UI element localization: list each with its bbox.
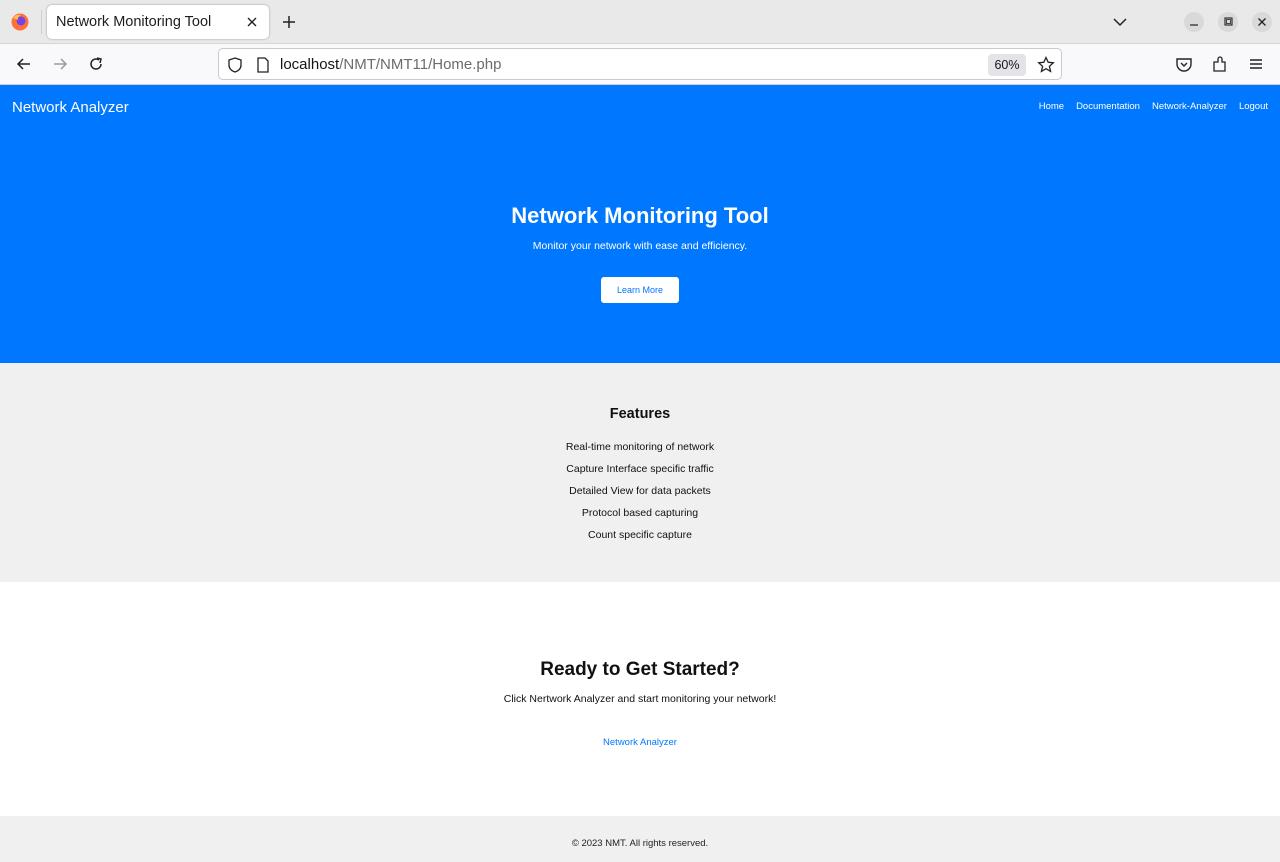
features-section: Features Real-time monitoring of network…: [0, 363, 1280, 582]
new-tab-icon[interactable]: [279, 12, 299, 32]
pocket-icon[interactable]: [1174, 54, 1194, 74]
feature-item: Count specific capture: [588, 529, 692, 541]
address-bar[interactable]: localhost/NMT/NMT11/Home.php 60%: [218, 48, 1062, 80]
page-icon[interactable]: [254, 56, 272, 74]
browser-tab-strip: Network Monitoring Tool: [0, 0, 1280, 44]
close-window-button[interactable]: [1252, 12, 1272, 32]
cta-text: Click Nertwork Analyzer and start monito…: [503, 693, 777, 705]
site-brand[interactable]: Network Analyzer: [12, 99, 129, 116]
nav-link-network-analyzer[interactable]: Network-Analyzer: [1152, 101, 1227, 112]
firefox-logo-icon[interactable]: [10, 12, 30, 32]
hero-title: Network Monitoring Tool: [511, 203, 769, 228]
zoom-level-badge[interactable]: 60%: [988, 54, 1026, 76]
minimize-icon: [1190, 24, 1198, 26]
hamburger-menu-icon[interactable]: [1246, 54, 1266, 74]
maximize-button[interactable]: [1218, 12, 1238, 32]
chevron-down-icon[interactable]: [1110, 12, 1130, 32]
restore-icon: [1224, 17, 1233, 26]
feature-item: Protocol based capturing: [581, 507, 699, 519]
nav-link-home[interactable]: Home: [1039, 101, 1064, 112]
cta-title: Ready to Get Started?: [540, 659, 740, 680]
nav-link-logout[interactable]: Logout: [1239, 101, 1268, 112]
features-title: Features: [609, 406, 671, 422]
site-footer: © 2023 NMT. All rights reserved.: [0, 816, 1280, 862]
nav-link-documentation[interactable]: Documentation: [1076, 101, 1140, 112]
forward-arrow-icon[interactable]: [50, 54, 70, 74]
hero-subtitle: Monitor your network with ease and effic…: [532, 240, 748, 252]
learn-more-button[interactable]: Learn More: [601, 277, 679, 303]
reload-icon[interactable]: [86, 54, 106, 74]
feature-item: Detailed View for data packets: [569, 485, 711, 497]
feature-item: Real-time monitoring of network: [565, 441, 715, 453]
tab-title: Network Monitoring Tool: [56, 14, 212, 30]
footer-copyright: © 2023 NMT. All rights reserved.: [571, 838, 709, 849]
active-tab[interactable]: Network Monitoring Tool: [47, 5, 269, 39]
bookmark-star-icon[interactable]: [1036, 55, 1056, 75]
hero-header: Network Analyzer Home Documentation Netw…: [0, 85, 1280, 363]
back-arrow-icon[interactable]: [14, 54, 34, 74]
tab-separator: [41, 10, 42, 34]
minimize-button[interactable]: [1184, 12, 1204, 32]
shield-icon[interactable]: [226, 56, 244, 74]
url-path: /NMT/NMT11/Home.php: [339, 56, 502, 73]
features-list: Real-time monitoring of network Capture …: [0, 440, 1280, 550]
close-icon: [1258, 18, 1266, 26]
tab-close-icon[interactable]: [243, 13, 261, 31]
web-page: Network Analyzer Home Documentation Netw…: [0, 85, 1280, 862]
extensions-icon[interactable]: [1210, 54, 1230, 74]
url-host: localhost: [280, 56, 340, 73]
cta-section: Ready to Get Started? Click Nertwork Ana…: [0, 582, 1280, 816]
browser-toolbar: localhost/NMT/NMT11/Home.php 60%: [0, 44, 1280, 85]
network-analyzer-link[interactable]: Network Analyzer: [0, 737, 1280, 748]
url-text[interactable]: localhost/NMT/NMT11/Home.php: [280, 56, 501, 73]
site-nav: Home Documentation Network-Analyzer Logo…: [1039, 101, 1268, 112]
feature-item: Capture Interface specific traffic: [566, 463, 714, 475]
